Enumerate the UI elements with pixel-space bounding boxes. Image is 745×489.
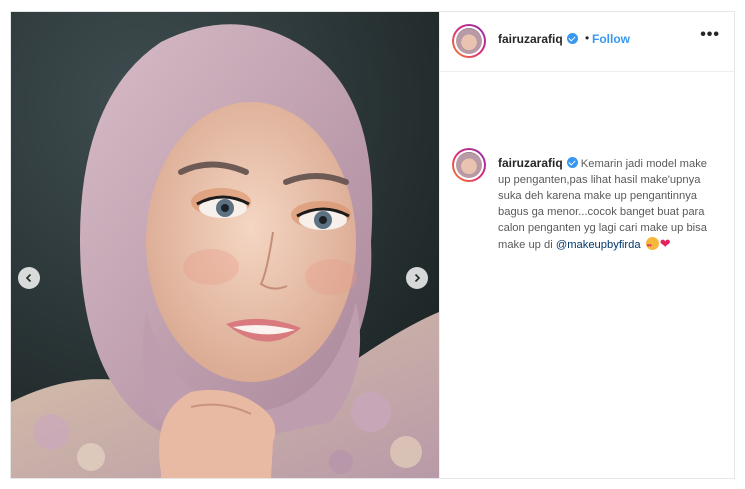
heart-eyes-emoji-icon: [645, 237, 659, 254]
verified-badge-icon: [566, 157, 578, 168]
avatar[interactable]: [452, 24, 486, 58]
portrait-image: [11, 12, 439, 478]
post-photo[interactable]: [11, 12, 439, 478]
red-heart-emoji-icon: ❤: [659, 236, 671, 251]
caption-text: fairuzarafiq Kemarin jadi model make up …: [498, 155, 710, 254]
previous-photo-button[interactable]: [18, 267, 40, 289]
chevron-left-icon: [25, 273, 32, 283]
caption-username[interactable]: fairuzarafiq: [498, 156, 563, 170]
next-photo-button[interactable]: [406, 267, 428, 289]
separator-dot: •: [585, 31, 590, 45]
header-username[interactable]: fairuzarafiq: [498, 32, 578, 46]
verified-badge-icon: [566, 33, 578, 44]
caption-body: Kemarin jadi model make up penganten,pas…: [498, 158, 708, 251]
more-options-icon[interactable]: •••: [700, 26, 720, 44]
follow-button[interactable]: Follow: [592, 32, 630, 46]
chevron-right-icon: [414, 273, 421, 283]
post-header: fairuzarafiq • Follow •••: [440, 12, 734, 72]
caption-avatar[interactable]: [452, 148, 486, 182]
instagram-post: fairuzarafiq • Follow ••• fairuzarafiq K…: [10, 11, 735, 479]
post-sidebar: fairuzarafiq • Follow ••• fairuzarafiq K…: [439, 12, 734, 478]
mention-link[interactable]: @makeupbyfirda: [556, 239, 641, 251]
